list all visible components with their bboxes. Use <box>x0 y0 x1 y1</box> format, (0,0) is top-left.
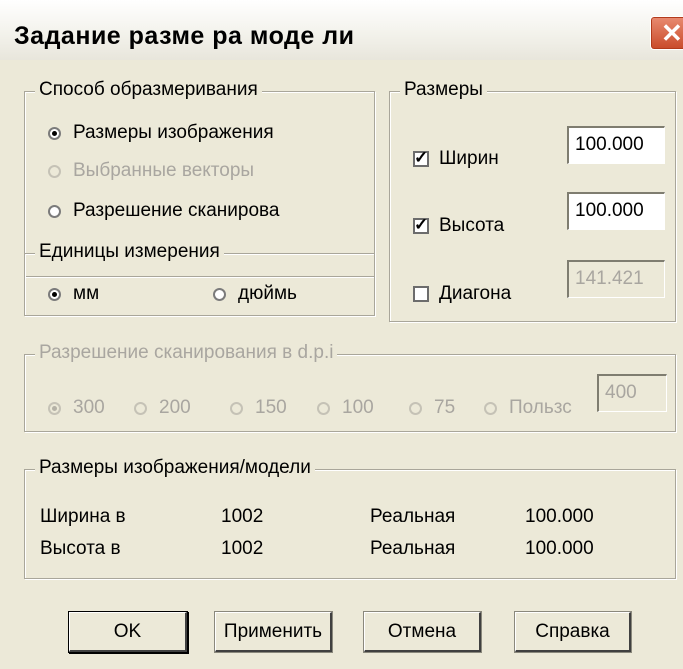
radio-dot <box>484 401 497 415</box>
radio-scan-resolution-label: Разрешение сканирова <box>73 200 280 221</box>
radio-dpi-300-label: 300 <box>73 397 105 418</box>
row-width-label: Ширина в <box>40 506 126 527</box>
radio-dot <box>48 164 61 178</box>
diagonal-field: 141.421 <box>567 260 665 298</box>
close-icon: ✕ <box>661 18 683 48</box>
radio-dpi-75[interactable]: 75 <box>409 397 455 419</box>
resolution-legend: Разрешение сканирования в d.p.i <box>35 342 338 364</box>
radio-image-size[interactable]: Размеры изображения <box>48 122 274 144</box>
checkbox-box <box>413 286 429 302</box>
radio-dot-selected <box>48 126 61 140</box>
radio-dot <box>230 401 243 415</box>
checkbox-height-label: Высота <box>439 215 505 236</box>
radio-dpi-100[interactable]: 100 <box>317 397 374 419</box>
checkbox-width[interactable]: ✓ Ширин <box>413 148 499 170</box>
close-button[interactable]: ✕ <box>650 16 683 50</box>
image-model-legend: Размеры изображения/модели <box>35 457 315 479</box>
height-field[interactable]: 100.000 <box>567 192 665 230</box>
radio-image-size-label: Размеры изображения <box>73 122 274 143</box>
checkbox-box: ✓ <box>413 215 429 234</box>
radio-dpi-200[interactable]: 200 <box>134 397 191 419</box>
radio-selected-vectors-label: Выбранные векторы <box>73 160 255 181</box>
radio-dpi-150-label: 150 <box>255 397 287 418</box>
radio-mm-label: мм <box>73 283 100 304</box>
radio-dpi-300[interactable]: 300 <box>48 397 105 419</box>
radio-dpi-200-label: 200 <box>159 397 191 418</box>
custom-dpi-field: 400 <box>597 374 667 412</box>
help-button[interactable]: Справка <box>515 612 631 652</box>
checkmark-icon: ✓ <box>414 148 429 167</box>
radio-dot <box>213 287 226 301</box>
radio-dpi-custom[interactable]: Пользс <box>484 397 580 419</box>
radio-inch[interactable]: дюймь <box>213 283 297 305</box>
radio-dot <box>317 401 330 415</box>
row-height-label: Высота в <box>40 538 121 559</box>
dialog-body: Способ образмеривания Размеры изображени… <box>0 60 683 669</box>
radio-dpi-75-label: 75 <box>434 397 456 418</box>
checkmark-icon: ✓ <box>414 215 429 234</box>
radio-dot <box>48 204 61 218</box>
radio-dot <box>409 401 422 415</box>
checkbox-box: ✓ <box>413 148 429 167</box>
radio-inch-label: дюймь <box>238 283 297 304</box>
width-field[interactable]: 100.000 <box>567 126 665 164</box>
title-bar: Задание разме ра моде ли ✕ <box>0 0 683 61</box>
radio-dpi-100-label: 100 <box>342 397 374 418</box>
radio-dot-selected <box>48 401 61 415</box>
units-legend: Единицы измерения <box>35 241 224 263</box>
radio-dot <box>134 401 147 415</box>
radio-dpi-custom-label: Пользс <box>509 397 572 418</box>
checkbox-width-label: Ширин <box>439 148 499 169</box>
dimensions-legend: Размеры <box>400 79 487 101</box>
radio-scan-resolution[interactable]: Разрешение сканирова <box>48 200 280 222</box>
radio-dpi-150[interactable]: 150 <box>230 397 287 419</box>
row-width-real-label: Реальная <box>370 506 456 527</box>
radio-dot-selected <box>48 287 61 301</box>
ok-button[interactable]: OK <box>69 612 187 652</box>
row-width-real-value: 100.000 <box>525 506 594 527</box>
row-height-value: 1002 <box>221 538 264 559</box>
row-height-real-value: 100.000 <box>525 538 594 559</box>
apply-button[interactable]: Применить <box>215 612 332 652</box>
cancel-button[interactable]: Отмена <box>364 612 481 652</box>
checkbox-diagonal[interactable]: Диагона <box>413 283 511 305</box>
radio-selected-vectors[interactable]: Выбранные векторы <box>48 160 254 182</box>
row-width-value: 1002 <box>221 506 264 527</box>
checkbox-diagonal-label: Диагона <box>439 283 512 304</box>
checkbox-height[interactable]: ✓ Высота <box>413 215 504 237</box>
row-height-real-label: Реальная <box>370 538 456 559</box>
dialog-title: Задание разме ра моде ли <box>14 22 355 50</box>
resolution-group: Разрешение сканирования в d.p.i <box>24 342 676 432</box>
sizing-method-legend: Способ образмеривания <box>35 79 262 101</box>
radio-mm[interactable]: мм <box>48 283 99 305</box>
